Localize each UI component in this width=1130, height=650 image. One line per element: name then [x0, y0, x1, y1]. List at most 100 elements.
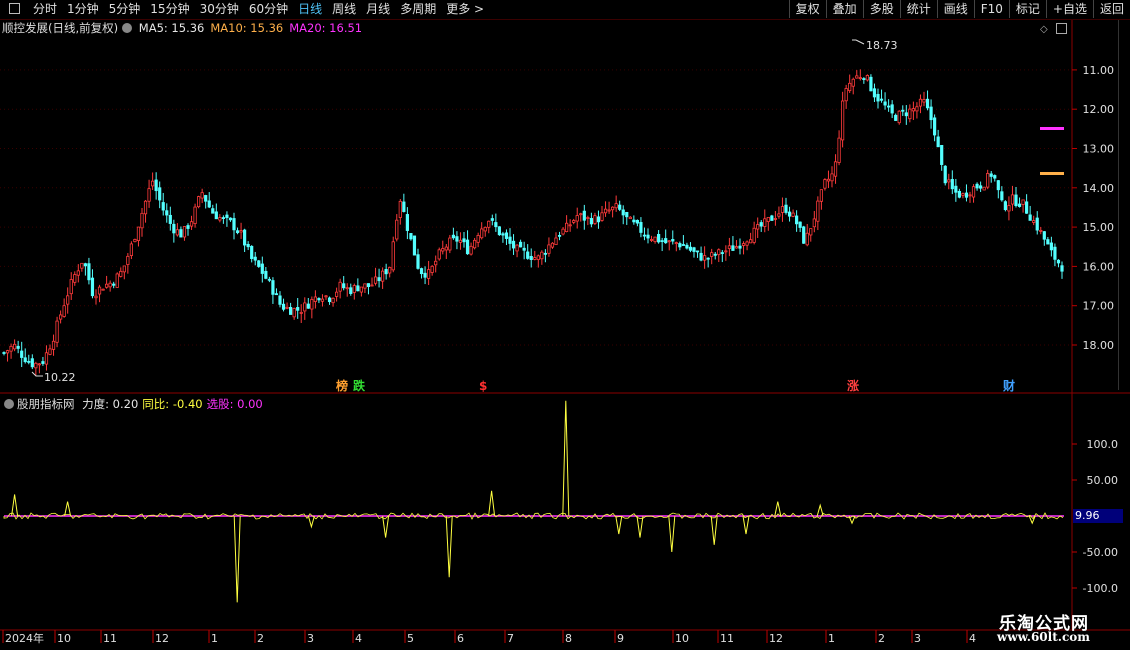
candle-body — [345, 287, 349, 290]
candle-body — [979, 185, 983, 189]
candle-body — [462, 238, 466, 243]
candle-body — [101, 288, 105, 291]
period-selector-checkbox[interactable] — [4, 0, 28, 19]
strength-spike — [307, 515, 315, 529]
candle-body — [731, 245, 735, 251]
candle-body — [108, 282, 112, 288]
candle-body — [402, 201, 406, 212]
period-tab-5[interactable]: 60分钟 — [244, 0, 293, 19]
toolbar-button-2[interactable]: 多股 — [862, 0, 900, 18]
candle-body — [996, 180, 1000, 191]
candle-body — [805, 232, 809, 246]
candle-body — [600, 212, 604, 221]
ma10-level-mark — [1040, 172, 1064, 175]
candle-body — [239, 230, 243, 233]
candle-body — [320, 298, 325, 302]
candle-body — [561, 228, 565, 235]
candle-body — [455, 236, 459, 242]
candle-body — [1021, 199, 1025, 205]
period-tab-3[interactable]: 15分钟 — [145, 0, 194, 19]
candle-body — [833, 161, 838, 177]
candle-body — [437, 249, 441, 260]
candle-body — [473, 239, 477, 249]
toolbar-button-3[interactable]: 统计 — [899, 0, 937, 18]
candle-body — [954, 185, 958, 193]
y-tick-label: 16.00 — [1083, 260, 1115, 273]
candle-body — [759, 222, 763, 227]
toolbar-button-0[interactable]: 复权 — [788, 0, 826, 18]
indicator-settings-icon[interactable] — [4, 399, 14, 409]
period-tab-9[interactable]: 多周期 — [395, 0, 441, 19]
candle-body — [299, 312, 303, 314]
candle-body — [303, 302, 307, 312]
toolbar-button-6[interactable]: 标记 — [1008, 0, 1046, 18]
y-tick-label: 17.00 — [1083, 300, 1115, 313]
x-tick-label: 11 — [720, 632, 734, 645]
candle-body — [338, 281, 342, 292]
candle-body — [777, 213, 781, 217]
candle-body — [618, 204, 622, 210]
candle-body — [1056, 259, 1061, 264]
strength-noise-line — [3, 512, 1064, 520]
candle-body — [483, 226, 487, 232]
candle-body — [69, 279, 73, 295]
candle-body — [522, 247, 526, 251]
candle-body — [126, 255, 130, 265]
toolbar-button-7[interactable]: +自选 — [1045, 0, 1093, 18]
candle-body — [791, 212, 795, 217]
x-tick-label: 2024年 — [5, 631, 44, 645]
period-tab-7[interactable]: 周线 — [327, 0, 361, 19]
candle-body — [285, 306, 289, 309]
candle-body — [172, 223, 176, 234]
candle-body — [1039, 229, 1043, 232]
candle-body — [218, 217, 222, 221]
y-tick-label: 15.00 — [1083, 221, 1115, 234]
period-tab-2[interactable]: 5分钟 — [104, 0, 146, 19]
candle-body — [653, 236, 657, 242]
toolbar-button-1[interactable]: 叠加 — [825, 0, 863, 18]
ind-tick-label: 50.00 — [1087, 474, 1119, 487]
candle-body — [855, 75, 859, 79]
period-tab-8[interactable]: 月线 — [361, 0, 395, 19]
x-tick-label: 1 — [828, 632, 835, 645]
candle-body — [87, 263, 91, 281]
candle-body — [770, 215, 774, 221]
candle-body — [59, 314, 63, 320]
chart-canvas[interactable]: 18.73 10.22 18.00 17.00 16.00 15.00 14.00 13.0… — [0, 0, 1130, 650]
diamond-icon[interactable]: ◇ — [1040, 24, 1048, 35]
toolbar-button-4[interactable]: 画线 — [936, 0, 974, 18]
candle-body — [395, 219, 399, 240]
toolbar-button-5[interactable]: F10 — [973, 0, 1009, 18]
candle-body — [763, 218, 767, 227]
x-tick-label: 7 — [507, 632, 514, 645]
period-tab-4[interactable]: 30分钟 — [195, 0, 244, 19]
indicator-param: 力度: 0.20 — [82, 397, 139, 411]
x-tick-label: 10 — [57, 632, 71, 645]
candle-body — [826, 178, 831, 182]
period-tab-6[interactable]: 日线 — [293, 0, 327, 19]
candle-body — [352, 285, 356, 293]
period-tab-1[interactable]: 1分钟 — [62, 0, 104, 19]
candle-body — [741, 243, 746, 246]
candle-body — [749, 239, 753, 244]
candle-body — [349, 287, 353, 294]
candle-body — [621, 209, 625, 216]
candle-body — [611, 206, 615, 211]
candle-body — [235, 230, 240, 234]
candle-body — [851, 78, 855, 87]
x-tick-label: 8 — [565, 632, 572, 645]
period-tab-0[interactable]: 分时 — [28, 0, 62, 19]
event-markers: 榜跌 $ 涨 财 — [336, 378, 1015, 393]
candle-body — [487, 220, 491, 228]
period-tab-10[interactable]: 更多 > — [441, 0, 489, 19]
toolbar-button-8[interactable]: 返回 — [1092, 0, 1130, 18]
candle-body — [540, 251, 544, 260]
candle-body — [246, 243, 250, 248]
restore-icon[interactable] — [1056, 23, 1067, 34]
candle-body — [508, 236, 512, 244]
x-tick-label: 3 — [914, 632, 921, 645]
candle-body — [480, 228, 484, 239]
settings-dropdown-icon[interactable] — [122, 23, 133, 33]
candle-body — [44, 352, 49, 365]
high-price-label: 18.73 — [866, 39, 898, 52]
